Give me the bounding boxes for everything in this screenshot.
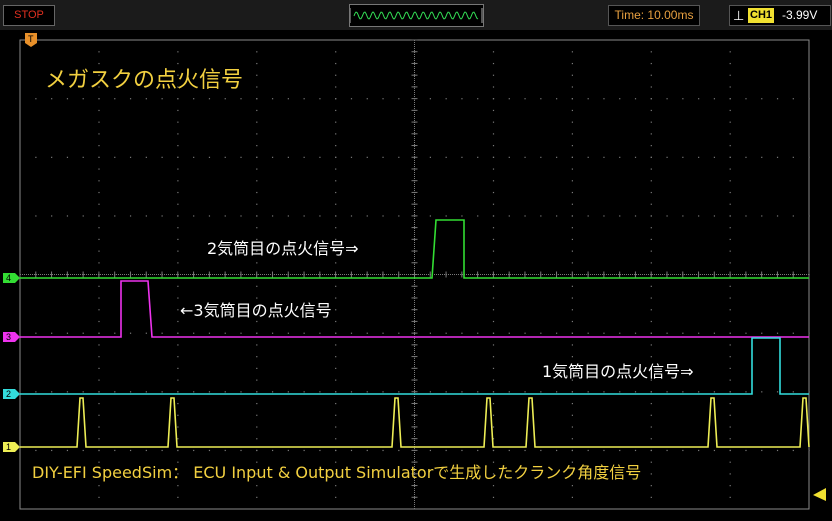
ch1-label: 1 bbox=[6, 442, 11, 452]
ch2-label: 2 bbox=[6, 389, 11, 399]
annotation-cyl2: 2気筒目の点火信号⇒ bbox=[207, 239, 359, 258]
timebase-display[interactable]: Time: 10.00ms bbox=[608, 5, 700, 26]
trigger-level-arrow[interactable] bbox=[813, 488, 826, 501]
trigger-channel-badge: CH1 bbox=[748, 8, 775, 23]
run-stop-button[interactable]: STOP bbox=[3, 5, 55, 26]
trigger-marker-label: T bbox=[28, 34, 34, 44]
ch4-label: 4 bbox=[6, 273, 11, 283]
scope-grid: T 4 3 2 1 bbox=[3, 33, 826, 510]
footer-caption: DIY-EFI SpeedSim： ECU Input & Output Sim… bbox=[32, 463, 642, 482]
trigger-level: -3.99V bbox=[782, 8, 818, 22]
waveform-overview[interactable] bbox=[349, 4, 484, 27]
screen-title: メガスクの点火信号 bbox=[45, 68, 244, 93]
trigger-display[interactable]: ⊥ CH1 -3.99V bbox=[729, 5, 831, 26]
annotation-cyl3: ←3気筒目の点火信号 bbox=[180, 301, 332, 320]
scope-screen[interactable]: T 4 3 2 1 bbox=[0, 30, 832, 517]
annotation-cyl1: 1気筒目の点火信号⇒ bbox=[542, 362, 694, 381]
toolbar: STOP Time: 10.00ms ⊥ CH1 -3.99V bbox=[0, 0, 832, 30]
ch3-label: 3 bbox=[6, 332, 11, 342]
trigger-edge-icon: ⊥ bbox=[733, 8, 745, 23]
overview-waveform bbox=[349, 8, 483, 23]
